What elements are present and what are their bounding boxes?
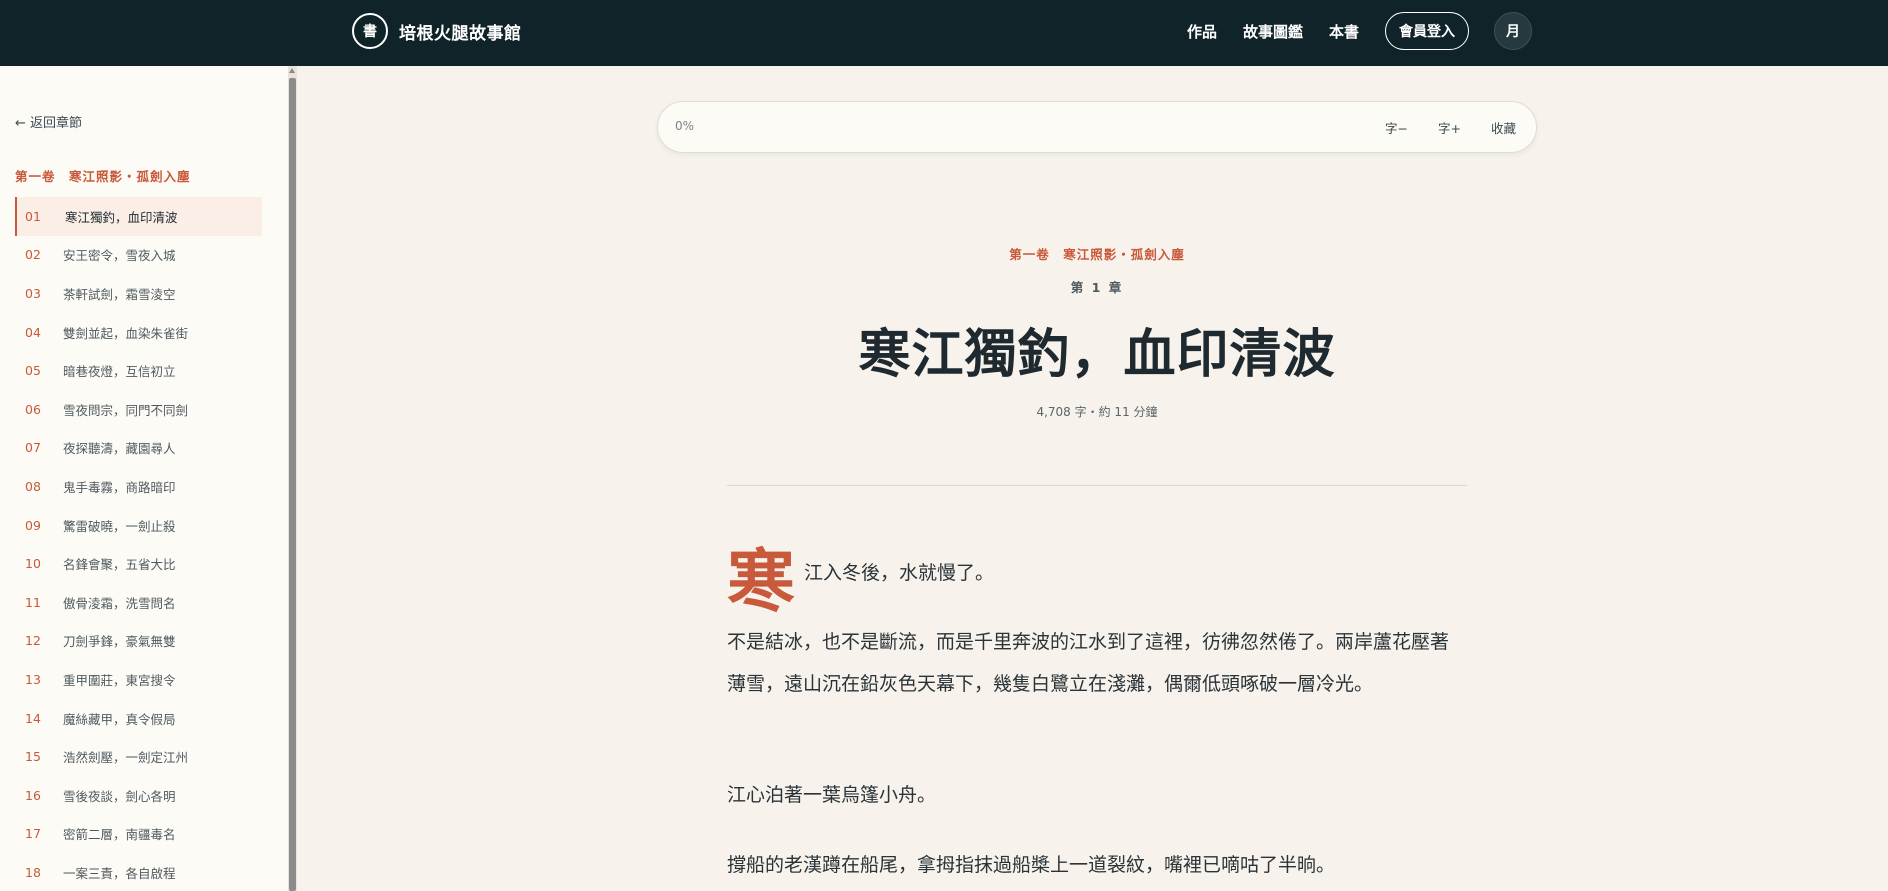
sidebar-chapter-item[interactable]: 06 雪夜問宗，同門不同劍 [15,390,262,429]
paragraph: 不是結冰，也不是斷流，而是千里奔波的江水到了這裡，彷彿忽然倦了。兩岸蘆花壓著薄雪… [727,631,1450,695]
sidebar-chapter-item[interactable]: 14 魔絲藏甲，真令假局 [15,699,262,738]
sidebar-volume-title: 第一卷 寒江照影・孤劍入塵 [15,169,191,184]
nav-this-book[interactable]: 本書 [1329,21,1359,42]
paragraph: 江入冬後，水就慢了。 [804,562,995,584]
chapter-item-number: 14 [25,710,41,726]
sidebar-chapter-item[interactable]: 11 傲骨淩霜，洗雪問名 [15,583,262,622]
chapter-title: 寒江獨釣，血印清波 [858,324,1336,385]
back-to-chapters-link[interactable]: ← 返回章節 [15,112,82,131]
sidebar-chapter-item[interactable]: 05 暗巷夜燈，互信初立 [15,351,262,390]
chapter-item-number: 10 [25,556,41,572]
theme-toggle-moon-icon[interactable]: 月 [1494,12,1532,50]
chapter-item-number: 11 [25,594,41,610]
chapter-item-number: 04 [25,324,41,340]
chapter-item-title: 雪後夜談，劍心各明 [63,788,176,804]
main-nav: 作品 故事圖鑑 本書 會員登入 月 [1187,12,1532,50]
login-button[interactable]: 會員登入 [1385,12,1469,50]
nav-story-atlas[interactable]: 故事圖鑑 [1243,21,1303,42]
chapter-number: 第 1 章 [1070,280,1124,295]
chapter-item-number: 18 [25,864,41,880]
chapter-sidebar: ← 返回章節 第一卷 寒江照影・孤劍入塵 01 寒江獨釣，血印清波 02 安王密令，雪… [0,66,290,891]
chapter-item-title: 重甲圍莊，東宮搜令 [63,672,176,688]
header-divider [727,485,1467,486]
chapter-item-number: 13 [25,671,41,687]
chapter-item-title: 茶軒試劍，霜雪淩空 [63,286,176,302]
chapter-item-number: 01 [25,208,41,224]
chapter-item-number: 08 [25,478,41,494]
chapter-item-title: 鬼手毒霧，商路暗印 [63,479,176,495]
chapter-item-number: 12 [25,633,41,649]
sidebar-chapter-item[interactable]: 12 刀劍爭鋒，豪氣無雙 [15,622,262,661]
chapter-item-number: 06 [25,401,41,417]
sidebar-chapter-item[interactable]: 18 一案三責，各自啟程 [15,853,262,891]
chapter-list: 01 寒江獨釣，血印清波 02 安王密令，雪夜入城 03 茶軒試劍，霜雪淩空 04 雙劍並起，… [15,197,262,891]
scroll-up-arrow-icon[interactable] [289,68,295,73]
chapter-item-title: 安王密令，雪夜入城 [63,248,176,264]
sidebar-chapter-item[interactable]: 02 安王密令，雪夜入城 [15,236,262,275]
chapter-item-number: 03 [25,285,41,301]
sidebar-chapter-item[interactable]: 04 雙劍並起，血染朱雀街 [15,313,262,352]
chapter-item-number: 09 [25,517,41,533]
reading-progress: 0% [675,119,695,133]
chapter-item-title: 暗巷夜燈，互信初立 [63,364,176,380]
chapter-item-title: 傲骨淩霜，洗雪問名 [63,595,176,611]
chapter-volume-label: 第一卷 寒江照影・孤劍入塵 [1009,247,1185,262]
sidebar-chapter-item[interactable]: 09 驚雷破曉，一劍止殺 [15,506,262,545]
chapter-meta: 4,708 字・約 11 分鐘 [1036,405,1158,419]
chapter-item-title: 浩然劍壓，一劍定江州 [63,750,189,766]
site-title: 培根火腿故事館 [399,23,522,44]
chapter-item-title: 雪夜問宗，同門不同劍 [63,402,189,418]
chapter-item-title: 夜探聽濤，藏園尋人 [63,441,176,457]
reader-toolbar: 0% 字− 字+ 收藏 [657,101,1537,153]
chapter-item-number: 07 [25,440,41,456]
sidebar-chapter-item[interactable]: 16 雪後夜談，劍心各明 [15,776,262,815]
chapter-item-number: 17 [25,826,41,842]
chapter-item-title: 雙劍並起，血染朱雀街 [63,325,189,341]
brand[interactable]: 書 培根火腿故事館 [352,13,522,49]
sidebar-chapter-item[interactable]: 13 重甲圍莊，東宮搜令 [15,660,262,699]
chapter-item-title: 寒江獨釣，血印清波 [65,209,178,225]
sidebar-chapter-item[interactable]: 17 密箭二層，南疆毒名 [15,815,262,854]
chapter-item-number: 05 [25,363,41,379]
paragraph: 江心泊著一葉烏篷小舟。 [727,784,937,806]
sidebar-chapter-item[interactable]: 15 浩然劍壓，一劍定江州 [15,737,262,776]
sidebar-chapter-item[interactable]: 01 寒江獨釣，血印清波 [15,197,262,236]
sidebar-chapter-item[interactable]: 03 茶軒試劍，霜雪淩空 [15,274,262,313]
chapter-item-title: 魔絲藏甲，真令假局 [63,711,176,727]
nav-works[interactable]: 作品 [1187,21,1217,42]
font-smaller-button[interactable]: 字− [1385,118,1408,137]
sidebar-chapter-item[interactable]: 08 鬼手毒霧，商路暗印 [15,467,262,506]
top-navbar: 書 培根火腿故事館 作品 故事圖鑑 本書 會員登入 月 [0,0,1888,66]
bookmark-button[interactable]: 收藏 [1491,118,1516,137]
chapter-item-title: 名鋒會聚，五省大比 [63,557,176,573]
font-larger-button[interactable]: 字+ [1438,118,1461,137]
chapter-item-number: 02 [25,247,41,263]
reader-tools: 字− 字+ 收藏 [1355,118,1516,137]
chapter-item-title: 一案三責，各自啟程 [63,865,176,881]
chapter-item-title: 密箭二層，南疆毒名 [63,827,176,843]
chapter-item-number: 15 [25,749,41,765]
book-logo-icon: 書 [352,13,388,49]
chapter-item-title: 驚雷破曉，一劍止殺 [63,518,176,534]
sidebar-chapter-item[interactable]: 07 夜探聽濤，藏園尋人 [15,429,262,468]
sidebar-chapter-item[interactable]: 10 名鋒會聚，五省大比 [15,544,262,583]
paragraph: 撐船的老漢蹲在船尾，拿拇指抹過船槳上一道裂紋，嘴裡已嘀咕了半晌。 [727,854,1336,876]
drop-cap: 寒 [727,542,796,622]
chapter-item-title: 刀劍爭鋒，豪氣無雙 [63,634,176,650]
sidebar-scroll-thumb[interactable] [289,78,296,891]
chapter-item-number: 16 [25,787,41,803]
